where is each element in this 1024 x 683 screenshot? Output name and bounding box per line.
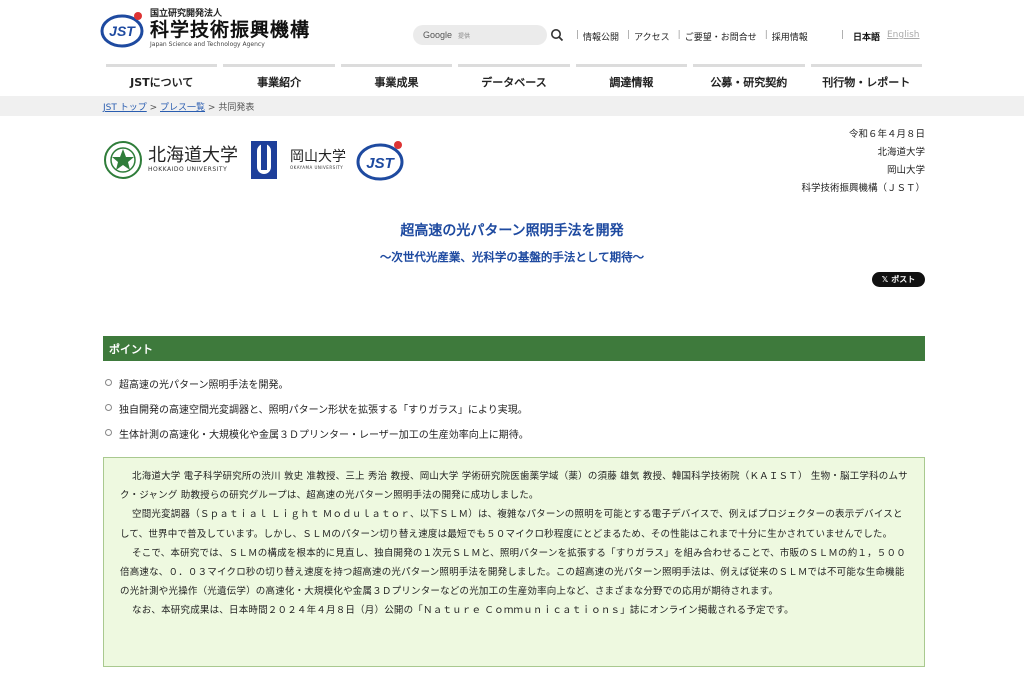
- util-link-disclosure[interactable]: 情報公開: [583, 30, 619, 43]
- nav-item-database[interactable]: データベース: [458, 64, 570, 96]
- list-item: 超高速の光パターン照明手法を開発。: [105, 376, 529, 401]
- summary-paragraph: なお、本研究成果は、日本時間２０２４年４月８日（月）公開の「Ｎａｔｕｒｅ Ｃｏｍ…: [132, 605, 794, 617]
- util-link-contact[interactable]: ご要望・お問合せ: [685, 30, 757, 43]
- jst-logo-icon: JST: [100, 9, 146, 49]
- hokkaido-name-ja: 北海道大学: [148, 145, 238, 166]
- utility-links: | 情報公開 | アクセス | ご要望・お問合せ | 採用情報: [576, 30, 808, 43]
- jst-logo[interactable]: JST 国立研究開発法人 科学技術振興機構 Japan Science and …: [100, 9, 310, 49]
- release-org-3: 科学技術振興機構（ＪＳＴ）: [801, 183, 925, 194]
- summary-box: 北海道大学 電子科学研究所の渋川 敦史 准教授、三上 秀治 教授、岡山大学 学術…: [103, 457, 925, 667]
- breadcrumb-home[interactable]: JST トップ: [103, 103, 147, 113]
- org-small-label: 国立研究開発法人: [150, 9, 223, 19]
- lang-english[interactable]: English: [887, 30, 920, 40]
- breadcrumb-press[interactable]: プレス一覧: [160, 103, 205, 113]
- hokkaido-name-en: HOKKAIDO UNIVERSITY: [148, 166, 228, 173]
- nav-item-procurement[interactable]: 調達情報: [575, 64, 688, 96]
- nav-item-projects[interactable]: 事業紹介: [223, 64, 335, 96]
- list-item: 独自開発の高速空間光変調器と、照明パターン形状を拡張する「すりガラス」により実現…: [105, 401, 529, 426]
- hokkaido-emblem-icon: [103, 140, 143, 180]
- org-english: Japan Science and Technology Agency: [150, 41, 265, 48]
- svg-text:JST: JST: [109, 23, 136, 39]
- points-heading: ポイント: [103, 336, 925, 361]
- search-brand: Google: [423, 30, 453, 40]
- breadcrumb-current: 共同発表: [218, 103, 255, 113]
- page-subtitle: ～次世代光産業、光科学の基盤的手法として期待～: [379, 250, 645, 264]
- nav-item-results[interactable]: 事業成果: [340, 64, 453, 96]
- release-date: 令和６年４月８日: [848, 129, 925, 140]
- site-header: JST 国立研究開発法人 科学技術振興機構 Japan Science and …: [0, 0, 1024, 62]
- org-name: 科学技術振興機構: [150, 19, 311, 41]
- breadcrumb: JST トップ > プレス一覧 > 共同発表: [103, 103, 255, 113]
- svg-text:JST: JST: [366, 155, 395, 172]
- jst-partner-logo-icon: JST: [356, 138, 406, 182]
- bullet-icon: [105, 379, 112, 386]
- okayama-mark-icon: [250, 140, 278, 180]
- search-icon[interactable]: [550, 28, 564, 42]
- lang-japanese[interactable]: 日本語: [853, 30, 880, 43]
- list-item: 生体計測の高速化・大規模化や金属３Ｄプリンター・レーザー加工の生産効率向上に期待…: [105, 426, 529, 451]
- page-title: 超高速の光パターン照明手法を開発: [400, 223, 624, 239]
- summary-paragraph: 空間光変調器（Ｓｐａｔｉａｌ Ｌｉｇｈｔ Ｍｏｄｕｌａｔｏｒ、以下ＳＬＭ）は、複…: [120, 509, 903, 540]
- bullet-icon: [105, 429, 112, 436]
- x-post-label: ポスト: [891, 275, 916, 284]
- partner-logos: 北海道大学 HOKKAIDO UNIVERSITY 岡山大学 OKAYAMA U…: [103, 138, 406, 182]
- hokkaido-logo: 北海道大学 HOKKAIDO UNIVERSITY: [103, 140, 238, 180]
- okayama-logo: 岡山大学 OKAYAMA UNIVERSITY: [250, 140, 346, 180]
- search-placeholder: 提供: [458, 32, 471, 40]
- bullet-icon: [105, 404, 112, 411]
- points-list: 超高速の光パターン照明手法を開発。 独自開発の高速空間光変調器と、照明パターン形…: [105, 376, 529, 451]
- x-post-button[interactable]: 𝕏 ポスト: [872, 272, 925, 287]
- release-org-1: 北海道大学: [877, 147, 925, 158]
- util-link-recruit[interactable]: 採用情報: [772, 30, 808, 43]
- nav-item-publications[interactable]: 刊行物・レポート: [810, 64, 922, 96]
- nav-item-funding[interactable]: 公募・研究契約: [693, 64, 805, 96]
- release-meta: 令和６年４月８日 北海道大学 岡山大学 科学技術振興機構（ＪＳＴ）: [801, 126, 925, 198]
- x-logo-icon: 𝕏: [881, 275, 889, 284]
- nav-item-about[interactable]: JSTについて: [106, 64, 218, 96]
- release-org-2: 岡山大学: [886, 165, 925, 176]
- summary-paragraph: そこで、本研究では、ＳＬＭの構成を根本的に見直し、独自開発の１次元ＳＬＭと、照明…: [120, 547, 906, 598]
- okayama-name-ja: 岡山大学: [290, 149, 346, 165]
- util-link-access[interactable]: アクセス: [634, 30, 670, 43]
- okayama-name-en: OKAYAMA UNIVERSITY: [290, 165, 344, 170]
- summary-paragraph: 北海道大学 電子科学研究所の渋川 敦史 准教授、三上 秀治 教授、岡山大学 学術…: [120, 471, 908, 502]
- search-input[interactable]: Google 提供: [413, 25, 547, 45]
- main-nav: JSTについて 事業紹介 事業成果 データベース 調達情報 公募・研究契約 刊行…: [103, 64, 925, 96]
